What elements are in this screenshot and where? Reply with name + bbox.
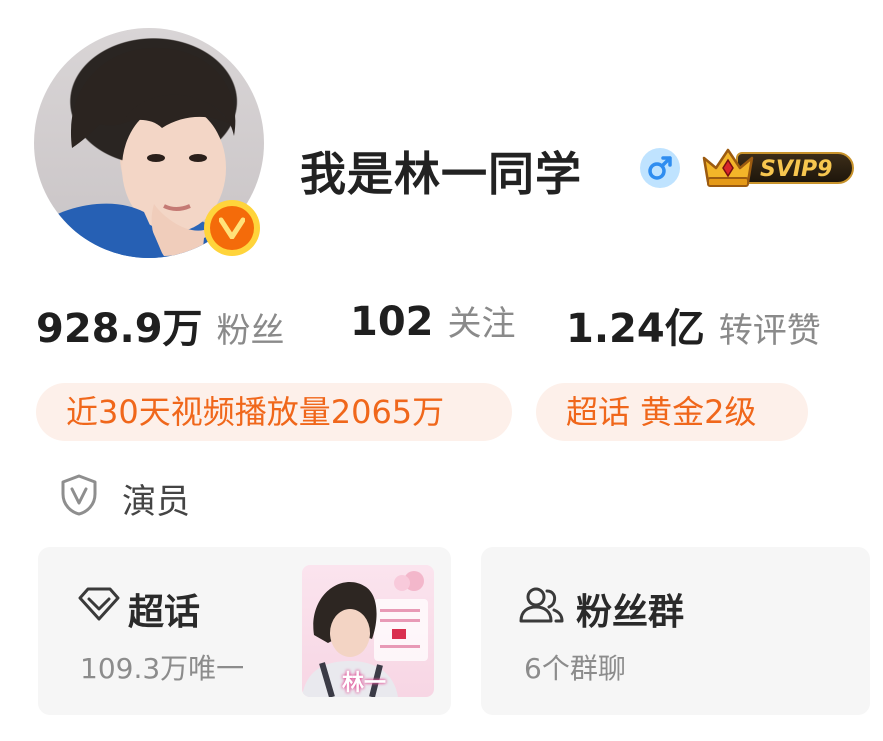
supertopic-thumbnail[interactable]: 林一 xyxy=(302,565,434,697)
role-label: 演员 xyxy=(122,482,190,522)
stat-following[interactable]: 102 关注 xyxy=(350,296,516,345)
stat-reposts-comments-likes[interactable]: 1.24亿 转评赞 xyxy=(566,296,821,354)
interactions-count: 1.24亿 xyxy=(566,306,705,352)
interactions-label: 转评赞 xyxy=(718,311,821,351)
followers-count: 928.9万 xyxy=(36,306,203,352)
male-symbol-icon xyxy=(640,148,680,188)
crown-icon xyxy=(702,148,754,187)
supertopic-title: 超话 xyxy=(128,592,201,633)
supertopic-subtitle: 109.3万唯一 xyxy=(80,652,245,685)
shield-v-icon xyxy=(60,474,98,520)
profile-name: 我是林一同学 xyxy=(300,147,582,201)
supertopic-level-tag[interactable]: 超话 黄金2级 xyxy=(536,383,808,441)
thumbnail-caption: 林一 xyxy=(342,671,387,696)
following-label: 关注 xyxy=(447,304,516,344)
diamond-icon xyxy=(78,587,120,625)
following-count: 102 xyxy=(350,299,434,345)
fan-group-title: 粉丝群 xyxy=(576,592,685,633)
stat-followers[interactable]: 928.9万 粉丝 xyxy=(36,296,285,354)
video-views-tag[interactable]: 近30天视频播放量2065万 xyxy=(36,383,512,441)
verified-badge-icon xyxy=(204,200,260,256)
followers-label: 粉丝 xyxy=(216,311,285,351)
svip-badge[interactable]: SVIP9 xyxy=(700,144,858,190)
group-users-icon xyxy=(518,586,564,628)
fan-group-subtitle: 6个群聊 xyxy=(524,652,626,685)
